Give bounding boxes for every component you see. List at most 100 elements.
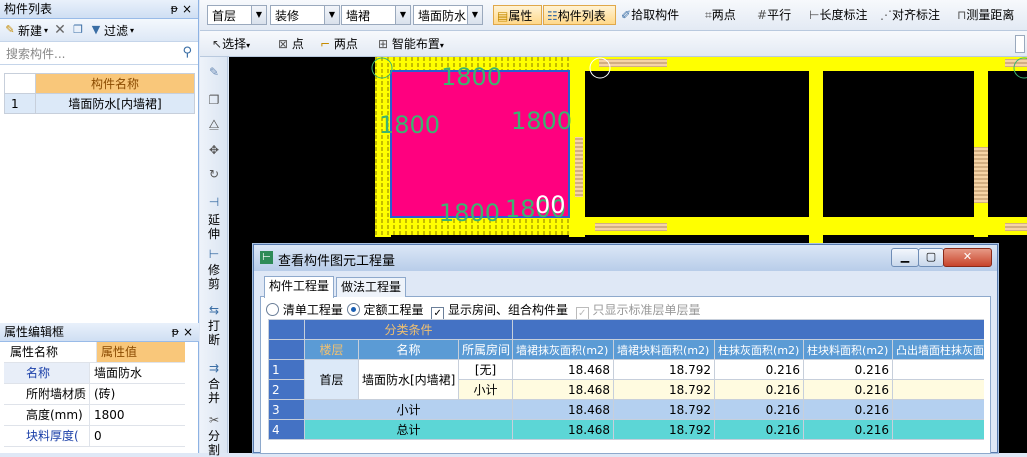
extend-icon[interactable]: ⊣ [204,195,224,209]
component-list-button[interactable]: ☷构件列表 [543,5,616,25]
new-button[interactable]: ✎ 新建 ▾ [4,22,48,39]
parallel-label: 平行 [767,8,792,22]
pick-component-button[interactable]: ✐拾取构件 [621,5,679,25]
property-row[interactable]: 块料厚度( 0 [4,426,185,447]
merge-button[interactable]: 合并 [207,377,221,405]
show-rooms-checkbox[interactable]: ✓ 显示房间、组合构件量 [431,303,568,320]
close-button[interactable]: ✕ [943,248,992,267]
property-row[interactable]: 名称 墙面防水 [4,363,185,384]
parallel-button[interactable]: #平行 [757,5,791,25]
chevron-down-icon[interactable]: ▼ [467,6,482,24]
trim-icon[interactable]: ⊢ [204,247,224,261]
merge-icon[interactable]: ⇉ [204,361,224,375]
property-row[interactable]: 高度(mm) 1800 [4,405,185,426]
category-select[interactable]: 装修 ▼ [270,5,340,25]
extend-button[interactable]: 延伸 [207,213,221,241]
quantity-table: 分类条件 楼层 名称 所属房间 墙裙抹灰面积(m2) 墙裙块料面积(m2) 柱抹… [268,319,984,440]
tab-method-quantity[interactable]: 做法工程量 [336,277,407,297]
column-header[interactable]: 墙裙块料面积(m2) [613,339,716,360]
break-button[interactable]: 打断 [207,319,221,347]
delete-icon[interactable]: ✕ [54,23,66,37]
search-icon[interactable]: ⚲ [182,45,192,60]
row-number: 3 [268,399,305,420]
table-row[interactable]: 1 首层 墙面防水[内墙裙] [无] 18.468 18.792 0.216 0… [268,359,984,400]
copy-icon[interactable]: ❐ [72,24,84,36]
column-header[interactable]: 柱块料面积(m2) [803,339,894,360]
dimension-label: 1800 [441,63,502,91]
break-icon[interactable]: ⇆ [204,303,224,317]
select-button[interactable]: ↖选择▾ [212,34,250,54]
chevron-down-icon[interactable]: ▼ [395,6,410,24]
list-qty-radio[interactable]: 清单工程量 [266,303,343,317]
dim-two-points-button[interactable]: ⌗两点 [705,5,736,25]
component-row-index: 1 [4,93,36,114]
length-dim-button[interactable]: ⊢长度标注 [809,5,867,25]
align-dim-button[interactable]: ⋰对齐标注 [880,5,940,25]
dialog-title-bar: ⊢ 查看构件图元工程量 ▁ ▢ ✕ [254,245,997,271]
room-cell: [无] [457,359,514,380]
std-floor-checkbox[interactable]: ✓ 只显示标准层单层量 [575,303,700,320]
window [595,223,667,231]
toolbar-overflow[interactable] [1015,35,1025,53]
component-list-title: 构件列表 [4,2,53,16]
property-value[interactable]: 墙面防水 [90,363,185,383]
trim-button[interactable]: 修剪 [207,263,221,291]
property-row[interactable]: 所附墙材质 (砖) [4,384,185,405]
minimize-button[interactable]: ▁ [891,248,919,267]
property-value[interactable]: 0 [90,426,185,446]
pin-icon[interactable]: ᵽ [172,323,179,341]
property-value-header: 属性值 [97,342,185,362]
window [1005,59,1027,67]
quota-qty-label: 定额工程量 [363,303,424,317]
mirror-icon[interactable]: ⧋ [204,117,224,132]
column-header[interactable]: 所属房间 [457,339,514,360]
pick-component-label: 拾取构件 [631,8,680,22]
component-row[interactable]: 1 墙面防水[内墙裙] [4,93,195,114]
dimension-label: 1800 [439,199,500,227]
close-icon[interactable]: × [183,323,193,341]
smart-layout-button[interactable]: ⊞ 智能布置▾ [378,34,444,54]
move-icon[interactable]: ✥ [204,143,224,157]
measure-distance-button[interactable]: ⊓测量距离 [957,5,1014,25]
column-header[interactable]: 凸出墙面柱抹灰面 [892,339,984,360]
split-icon[interactable]: ✂ [204,413,224,427]
value-cell [892,379,984,400]
component-row-name: 墙面防水[内墙裙] [35,93,195,114]
property-value[interactable]: (砖) [90,384,185,404]
chevron-down-icon[interactable]: ▼ [251,6,266,24]
column-header[interactable]: 名称 [358,339,459,360]
brush-icon[interactable]: ✎ [204,65,224,79]
floor-select[interactable]: 首层 ▼ [207,5,267,25]
properties-button[interactable]: ▤属性 [493,5,542,25]
pin-icon[interactable]: ᵽ [171,0,178,18]
component-search-input[interactable]: 搜索构件... ⚲ [0,42,198,65]
close-icon[interactable]: × [182,0,192,18]
draw-two-points-button[interactable]: ⌐ 两点 [320,34,358,54]
chevron-down-icon[interactable]: ▼ [324,6,339,24]
copy-icon[interactable]: ❐ [204,93,224,107]
quota-qty-radio[interactable]: 定额工程量 [346,303,424,317]
list-qty-label: 清单工程量 [282,303,343,317]
value-cell: 0.216 [803,359,894,380]
component-select[interactable]: 墙面防水[▼ [413,5,483,25]
value-cell: 0.216 [714,419,805,440]
type-select[interactable]: 墙裙 ▼ [341,5,411,25]
length-dim-label: 长度标注 [819,8,868,22]
filter-button[interactable]: ▼ 过滤 ▾ [90,22,134,39]
table-row[interactable]: 4 总计 18.468 18.792 0.216 0.216 [268,419,984,440]
point-button[interactable]: ⊠ 点 [278,34,304,54]
column-header[interactable]: 楼层 [304,339,359,360]
property-value[interactable]: 1800 [90,405,185,425]
dialog-title: 查看构件图元工程量 [278,254,396,269]
column-header[interactable]: 柱抹灰面积(m2) [714,339,805,360]
column-header[interactable]: 墙裙抹灰面积(m2) [512,339,615,360]
rotate-icon[interactable]: ↻ [204,167,224,181]
eyedropper-icon: ✐ [621,8,632,22]
value-cell: 18.468 [512,359,615,380]
left-panel: 构件列表 ᵽ × ✎ 新建 ▾ ✕ ❐ ▼ 过滤 ▾ 搜索构件... ⚲ 构件名称 … [0,0,199,453]
tab-component-quantity[interactable]: 构件工程量 [264,276,335,298]
maximize-button[interactable]: ▢ [918,248,944,267]
table-row[interactable]: 3 小计 18.468 18.792 0.216 0.216 [268,399,984,420]
category-select-value: 装修 [275,9,300,23]
properties-icon: ▤ [497,9,509,23]
